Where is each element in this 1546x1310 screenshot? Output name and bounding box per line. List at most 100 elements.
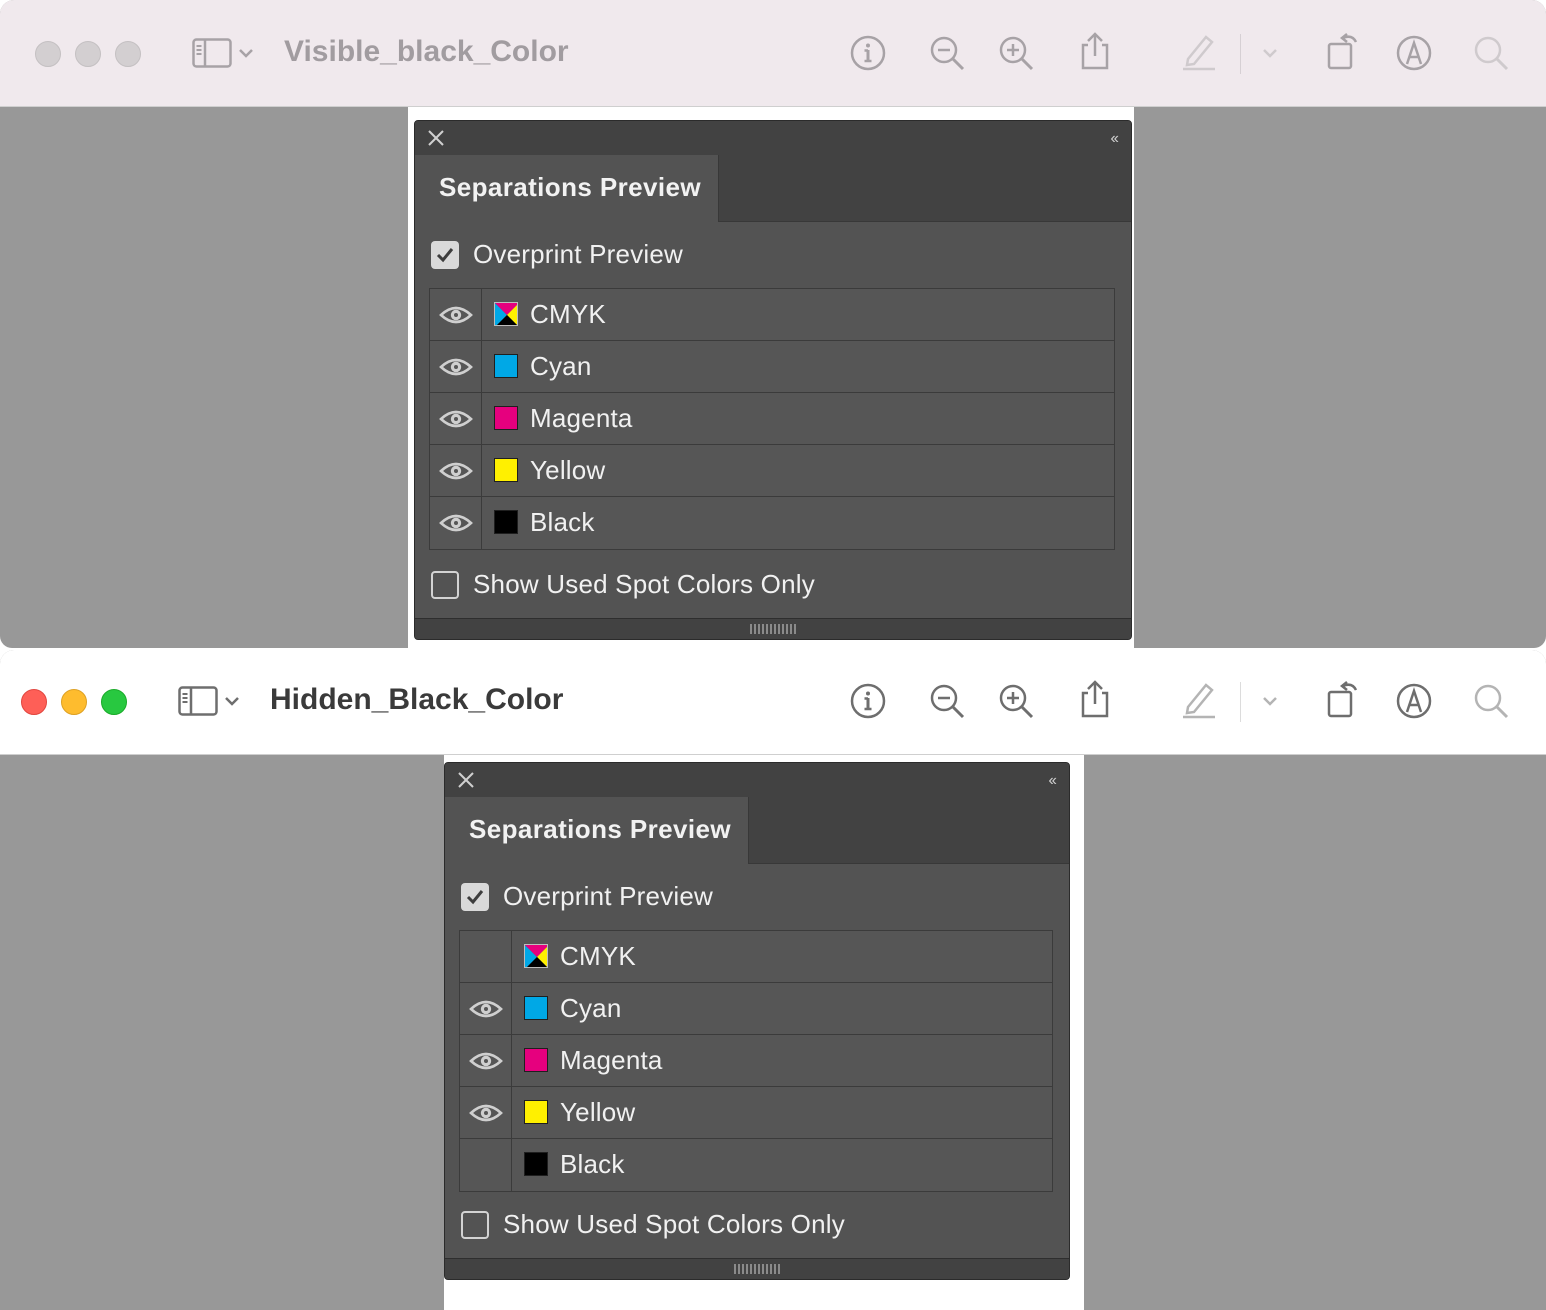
resize-grip[interactable] — [750, 624, 796, 634]
highlight-options-button[interactable] — [1250, 681, 1290, 721]
info-button[interactable] — [848, 681, 888, 721]
close-window-button[interactable] — [21, 689, 47, 715]
panel-footer — [445, 1258, 1069, 1279]
zoom-window-button[interactable] — [101, 689, 127, 715]
separations-preview-panel: ‹‹ Separations Preview Overprint Preview CM… — [444, 762, 1070, 1280]
resize-grip[interactable] — [734, 1264, 780, 1274]
swatch-magenta — [494, 406, 518, 430]
markup-icon — [1396, 35, 1432, 71]
highlight-pen-icon — [1183, 683, 1215, 719]
close-window-button[interactable] — [35, 41, 61, 67]
markup-button[interactable] — [1394, 33, 1434, 73]
separations-preview-panel: ‹‹ Separations Preview Overprint Preview CM… — [414, 120, 1132, 640]
separations-list: CMYK Cyan Magenta Yellow Black — [429, 288, 1115, 550]
show-used-spot-colors-checkbox[interactable] — [431, 570, 459, 599]
eye-icon — [438, 410, 473, 427]
separation-row-cmyk[interactable]: CMYK — [460, 931, 1052, 983]
zoom-out-icon — [930, 684, 965, 719]
separation-row-cmyk[interactable]: CMYK — [430, 289, 1114, 341]
panel-close-button[interactable] — [457, 771, 475, 789]
minimize-window-button[interactable] — [75, 41, 101, 67]
visibility-toggle-cmyk[interactable] — [460, 931, 512, 982]
rotate-button[interactable] — [1324, 679, 1364, 719]
zoom-in-button[interactable] — [996, 33, 1036, 73]
visibility-toggle-magenta[interactable] — [430, 393, 482, 444]
share-button[interactable] — [1075, 31, 1115, 71]
preview-window-hidden-black: Hidden_Black_Color ‹‹ Separations Previe… — [0, 650, 1546, 1310]
separation-name: Black — [560, 1149, 625, 1179]
show-used-spot-colors-option[interactable]: Show Used Spot Colors Only — [461, 1209, 845, 1240]
markup-button[interactable] — [1394, 681, 1434, 721]
visibility-toggle-yellow[interactable] — [460, 1087, 512, 1138]
separation-row-black[interactable]: Black — [460, 1139, 1052, 1191]
visibility-toggle-cmyk[interactable] — [430, 289, 482, 340]
chevron-down-icon — [1263, 697, 1277, 706]
rotate-icon — [1327, 681, 1358, 718]
rotate-button[interactable] — [1324, 31, 1364, 71]
separation-row-cyan[interactable]: Cyan — [430, 341, 1114, 393]
swatch-black — [494, 510, 518, 534]
highlight-button[interactable] — [1179, 679, 1219, 719]
share-button[interactable] — [1075, 679, 1115, 719]
chevron-down-icon — [239, 49, 253, 58]
swatch-magenta — [524, 1048, 548, 1072]
chevron-down-icon — [1263, 49, 1277, 58]
separation-row-magenta[interactable]: Magenta — [430, 393, 1114, 445]
search-button[interactable] — [1471, 681, 1511, 721]
highlight-options-button[interactable] — [1250, 33, 1290, 73]
show-used-spot-colors-label: Show Used Spot Colors Only — [503, 1209, 845, 1239]
visibility-toggle-cyan[interactable] — [460, 983, 512, 1034]
visibility-toggle-magenta[interactable] — [460, 1035, 512, 1086]
collapse-panel-icon[interactable]: ‹‹ — [1048, 772, 1057, 790]
tab-label: Separations Preview — [439, 172, 701, 202]
zoom-window-button[interactable] — [115, 41, 141, 67]
tab-separations-preview[interactable]: Separations Preview — [445, 797, 749, 864]
overprint-preview-checkbox[interactable] — [431, 240, 459, 269]
zoom-out-icon — [930, 36, 965, 71]
sidebar-toggle-button[interactable] — [178, 686, 240, 716]
overprint-preview-option[interactable]: Overprint Preview — [461, 881, 713, 912]
overprint-preview-option[interactable]: Overprint Preview — [431, 239, 683, 270]
sidebar-toggle-button[interactable] — [192, 38, 254, 68]
visibility-toggle-yellow[interactable] — [430, 445, 482, 496]
separation-row-magenta[interactable]: Magenta — [460, 1035, 1052, 1087]
visibility-toggle-black[interactable] — [460, 1139, 512, 1191]
info-button[interactable] — [848, 33, 888, 73]
zoom-out-button[interactable] — [927, 681, 967, 721]
title-bar: Visible_black_Color — [0, 0, 1546, 107]
swatch-yellow — [524, 1100, 548, 1124]
preview-window-visible-black: Visible_black_Color ‹‹ Separations Previ… — [0, 0, 1546, 648]
collapse-panel-icon[interactable]: ‹‹ — [1110, 130, 1119, 148]
eye-icon — [438, 462, 473, 479]
overprint-preview-checkbox[interactable] — [461, 882, 489, 911]
panel-header: ‹‹ — [415, 121, 1131, 155]
close-icon — [458, 772, 474, 788]
zoom-in-button[interactable] — [996, 681, 1036, 721]
document-title: Visible_black_Color — [284, 35, 569, 68]
visibility-toggle-black[interactable] — [430, 497, 482, 549]
rotate-icon — [1327, 33, 1358, 70]
highlight-button[interactable] — [1179, 31, 1219, 71]
swatch-black — [524, 1152, 548, 1176]
info-icon — [850, 35, 886, 71]
separation-name: Magenta — [530, 403, 633, 433]
overprint-preview-label: Overprint Preview — [503, 881, 714, 911]
separation-name: Magenta — [560, 1045, 663, 1075]
title-bar: Hidden_Black_Color — [0, 650, 1546, 755]
separation-row-yellow[interactable]: Yellow — [430, 445, 1114, 497]
show-used-spot-colors-checkbox[interactable] — [461, 1210, 489, 1239]
share-icon — [1081, 32, 1109, 70]
zoom-out-button[interactable] — [927, 33, 967, 73]
tab-separations-preview[interactable]: Separations Preview — [415, 155, 719, 222]
visibility-toggle-cyan[interactable] — [430, 341, 482, 392]
separation-row-yellow[interactable]: Yellow — [460, 1087, 1052, 1139]
separation-name: Cyan — [530, 351, 592, 381]
separation-row-cyan[interactable]: Cyan — [460, 983, 1052, 1035]
separation-row-black[interactable]: Black — [430, 497, 1114, 549]
search-icon — [1474, 684, 1509, 719]
sidebar-icon — [178, 686, 218, 716]
search-button[interactable] — [1471, 33, 1511, 73]
show-used-spot-colors-option[interactable]: Show Used Spot Colors Only — [431, 569, 815, 600]
minimize-window-button[interactable] — [61, 689, 87, 715]
panel-close-button[interactable] — [427, 129, 445, 147]
